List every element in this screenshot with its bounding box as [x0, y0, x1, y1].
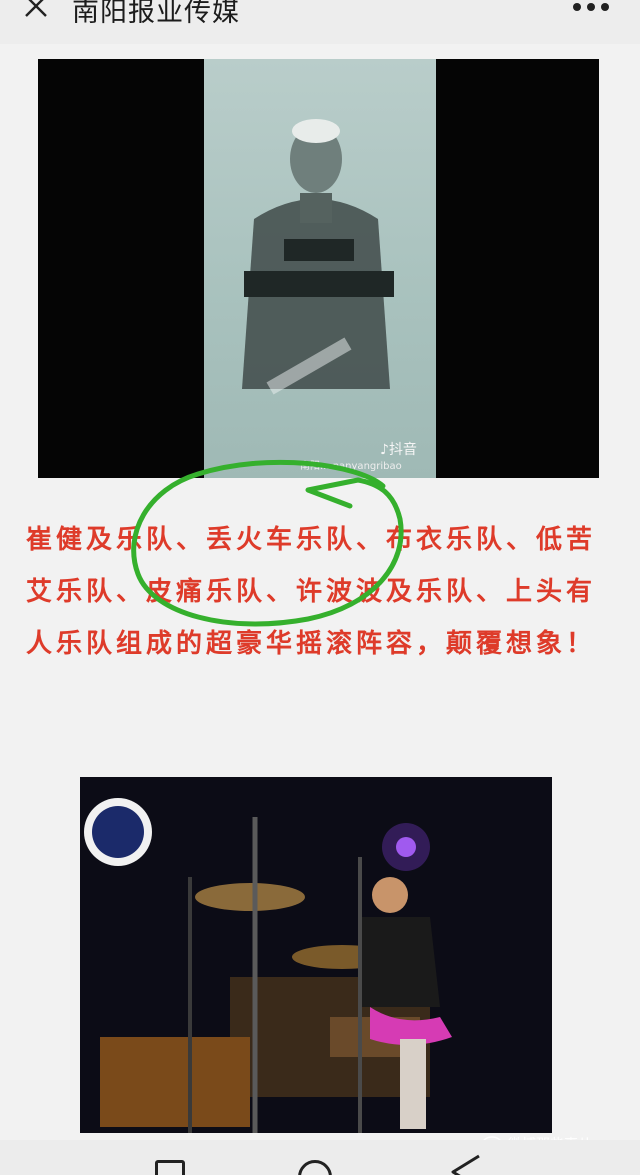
article-body: ♪抖音 南阳... nanyangribao 崔健及乐队、丢火车乐队、布衣乐队、… [0, 44, 640, 1153]
video-frame [204, 59, 436, 478]
more-button[interactable] [568, 0, 614, 22]
home-icon[interactable] [298, 1160, 332, 1175]
more-dots-icon [573, 3, 609, 11]
video-poster-figure [242, 119, 394, 395]
band-photo [80, 777, 552, 1133]
system-nav-bar [0, 1140, 640, 1175]
close-icon [25, 0, 47, 17]
top-bar: 南阳报业传媒 [0, 0, 640, 44]
green-annotation-circle [131, 459, 404, 627]
recent-apps-icon[interactable] [155, 1160, 185, 1175]
page-title: 南阳报业传媒 [72, 0, 240, 28]
back-icon[interactable] [445, 1152, 485, 1175]
embedded-video[interactable]: ♪抖音 南阳... nanyangribao [38, 59, 599, 478]
close-button[interactable] [18, 0, 58, 30]
drummer-photo-illustration [80, 777, 552, 1133]
